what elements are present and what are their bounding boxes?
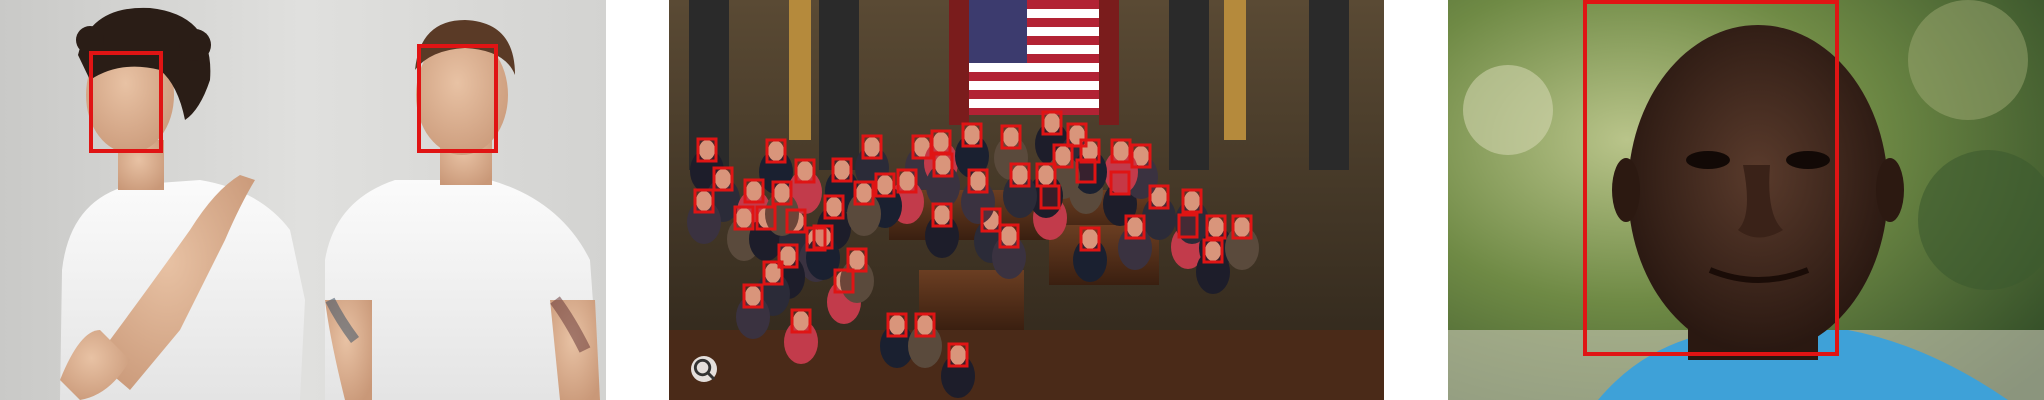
face-box bbox=[846, 247, 868, 273]
face-box bbox=[961, 122, 983, 148]
face-box bbox=[823, 194, 845, 220]
face-box bbox=[1148, 184, 1170, 210]
face-box bbox=[998, 223, 1020, 249]
face-box bbox=[1000, 124, 1022, 150]
face-box bbox=[831, 157, 853, 183]
face-box bbox=[886, 312, 908, 338]
face-box bbox=[1130, 143, 1152, 169]
face-box bbox=[947, 342, 969, 368]
face-box bbox=[1202, 238, 1224, 264]
face-box bbox=[932, 152, 954, 178]
face-box bbox=[980, 207, 1002, 233]
face-box bbox=[1041, 110, 1063, 136]
face-box bbox=[1079, 226, 1101, 252]
image-strip bbox=[0, 0, 2044, 400]
face-box bbox=[896, 168, 918, 194]
face-box bbox=[812, 224, 834, 250]
face-box bbox=[1181, 188, 1203, 214]
face-box bbox=[1109, 170, 1131, 196]
face-box bbox=[693, 188, 715, 214]
face-box bbox=[743, 178, 765, 204]
face-box bbox=[1079, 138, 1101, 164]
face-box bbox=[1177, 213, 1199, 239]
photo-two-men bbox=[0, 0, 606, 400]
face-box bbox=[1039, 184, 1061, 210]
face-box bbox=[1231, 214, 1253, 240]
photo-chamber-illustration bbox=[669, 0, 1384, 400]
face-box bbox=[794, 158, 816, 184]
face-box bbox=[833, 268, 855, 294]
face-box bbox=[742, 283, 764, 309]
face-box bbox=[762, 260, 784, 286]
face-box bbox=[1124, 214, 1146, 240]
face-box bbox=[967, 168, 989, 194]
face-box bbox=[914, 312, 936, 338]
photo-two-men-illustration bbox=[0, 0, 606, 400]
face-box bbox=[790, 308, 812, 334]
face-box bbox=[1110, 138, 1132, 164]
face-box bbox=[785, 208, 807, 234]
face-box bbox=[696, 137, 718, 163]
face-box bbox=[930, 129, 952, 155]
face-box bbox=[712, 166, 734, 192]
face-box bbox=[771, 180, 793, 206]
face-box bbox=[1009, 162, 1031, 188]
photo-portrait bbox=[1448, 0, 2044, 400]
face-box bbox=[874, 172, 896, 198]
face-box bbox=[1035, 162, 1057, 188]
face-box bbox=[733, 205, 755, 231]
face-box bbox=[1052, 143, 1074, 169]
face-box bbox=[1205, 214, 1227, 240]
face-box bbox=[861, 134, 883, 160]
photo-portrait-illustration bbox=[1448, 0, 2044, 400]
american-flag bbox=[949, 0, 1119, 125]
face-box bbox=[931, 202, 953, 228]
face-box bbox=[911, 134, 933, 160]
face-box bbox=[755, 205, 777, 231]
face-box bbox=[853, 180, 875, 206]
lens-search-icon[interactable] bbox=[691, 356, 717, 382]
photo-chamber-crowd bbox=[669, 0, 1384, 400]
face-box bbox=[765, 138, 787, 164]
